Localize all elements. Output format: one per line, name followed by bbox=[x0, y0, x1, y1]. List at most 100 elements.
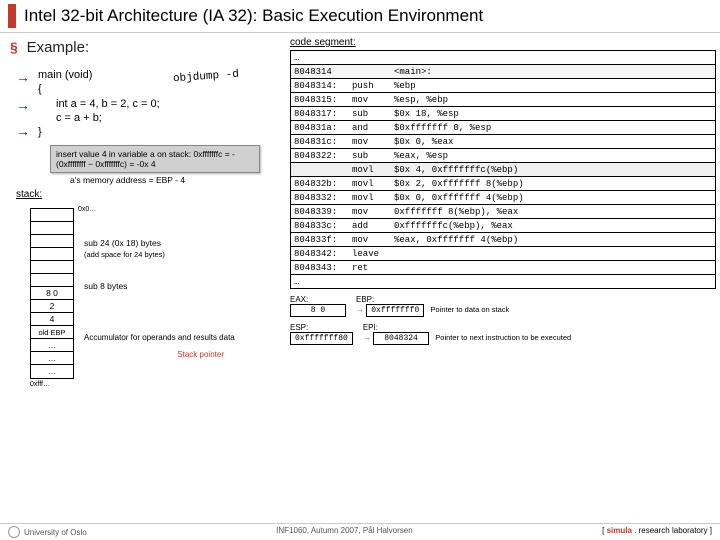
eax-group: EAX: 8 0 bbox=[290, 295, 346, 317]
disasm-row: movl$0x 4, 0xfffffffc(%ebp) bbox=[291, 163, 715, 177]
eax-label: EAX: bbox=[290, 295, 346, 304]
left-column: § Example: → main (void) { → int a = 4, … bbox=[0, 33, 290, 388]
disasm-args bbox=[391, 275, 715, 288]
stack-cell-oldebp: old EBP bbox=[31, 326, 73, 339]
disasm-addr: 804831c: bbox=[291, 135, 349, 148]
disasm-addr: 8048339: bbox=[291, 205, 349, 218]
stack-cell: 2 bbox=[31, 300, 73, 313]
disasm-op: movl bbox=[349, 191, 391, 204]
disasm-op: mov bbox=[349, 135, 391, 148]
disasm-op: mov bbox=[349, 205, 391, 218]
disasm-addr: … bbox=[291, 275, 349, 288]
disasm-addr: 8048322: bbox=[291, 149, 349, 162]
stack-cell bbox=[31, 248, 73, 261]
disasm-args: %ebp bbox=[391, 79, 715, 92]
disasm-row: 8048339:mov0xfffffff 8(%ebp), %eax bbox=[291, 205, 715, 219]
disasm-args bbox=[391, 51, 715, 64]
disasm-args: $0x 0, 0xfffffff 4(%ebp) bbox=[391, 191, 715, 204]
code-line-3: int a = 4, b = 2, c = 0; bbox=[56, 97, 286, 111]
disasm-op: sub bbox=[349, 149, 391, 162]
esp-label: ESP: bbox=[290, 323, 353, 332]
disasm-row: 8048343:ret bbox=[291, 261, 715, 275]
disasm-row: 804831c:mov$0x 0, %eax bbox=[291, 135, 715, 149]
disasm-op: ret bbox=[349, 261, 391, 274]
addspace-note: (add space for 24 bytes) bbox=[84, 250, 235, 259]
stack-column: 8 0 2 4 old EBP … … … bbox=[30, 208, 74, 379]
disasm-args: 0xfffffff 8(%ebp), %eax bbox=[391, 205, 715, 218]
disasm-addr: 804832b: bbox=[291, 177, 349, 190]
disasm-row: 8048315:mov%esp, %ebp bbox=[291, 93, 715, 107]
stack-pointer-label: Stack pointer bbox=[84, 350, 224, 359]
stack-diagram: 0x0… 8 0 2 4 old EBP … … … sub 24 (0x 18… bbox=[30, 208, 286, 388]
disasm-args: $0x 2, 0xfffffff 8(%ebp) bbox=[391, 177, 715, 190]
disasm-op: sub bbox=[349, 107, 391, 120]
c-code-snippet: → main (void) { → int a = 4, b = 2, c = … bbox=[38, 68, 286, 139]
stack-cell: … bbox=[31, 352, 73, 365]
arrow-icon: → bbox=[16, 96, 30, 114]
arrow-icon: → bbox=[356, 305, 364, 314]
sub24-note: sub 24 (0x 18) bytes bbox=[84, 238, 235, 248]
disassembly-table: …8048314<main>:8048314:push%ebp8048315:m… bbox=[290, 50, 716, 289]
disasm-args: <main>: bbox=[391, 65, 715, 78]
disasm-addr: 8048314: bbox=[291, 79, 349, 92]
disasm-addr: … bbox=[291, 51, 349, 64]
disasm-op: add bbox=[349, 219, 391, 232]
disasm-row: 8048342:leave bbox=[291, 247, 715, 261]
disasm-args: $0x 18, %esp bbox=[391, 107, 715, 120]
red-accent-block bbox=[8, 4, 16, 28]
disasm-op bbox=[349, 275, 391, 288]
stack-cell: 8 0 bbox=[31, 287, 73, 300]
stack-cell bbox=[31, 274, 73, 287]
epi-group: EPI: → 8048324 Pointer to next instructi… bbox=[363, 323, 571, 345]
disasm-addr: 804833f: bbox=[291, 233, 349, 246]
disasm-row: 804833c:add0xfffffffc(%ebp), %eax bbox=[291, 219, 715, 233]
disasm-row: 804833f:mov%eax, 0xfffffff 4(%ebp) bbox=[291, 233, 715, 247]
bullet-icon: § bbox=[10, 39, 18, 55]
disasm-args: 0xfffffffc(%ebp), %eax bbox=[391, 219, 715, 232]
disasm-addr: 8048317: bbox=[291, 107, 349, 120]
stack-label: stack: bbox=[16, 189, 286, 200]
hex-top-label: 0x0… bbox=[78, 206, 96, 213]
disasm-addr: 804831a: bbox=[291, 121, 349, 134]
example-label: Example: bbox=[27, 39, 90, 56]
mem-addr-note: a's memory address = EBP - 4 bbox=[70, 175, 286, 185]
ebp-value: 0xfffffff0 bbox=[366, 304, 424, 317]
ebp-group: EBP: → 0xfffffff0 Pointer to data on sta… bbox=[356, 295, 509, 317]
disasm-args bbox=[391, 247, 715, 260]
stack-cell bbox=[31, 261, 73, 274]
disasm-addr: 8048314 bbox=[291, 65, 349, 78]
disasm-addr: 804833c: bbox=[291, 219, 349, 232]
disasm-op: push bbox=[349, 79, 391, 92]
arrow-icon: → bbox=[16, 122, 30, 140]
disasm-args: %esp, %ebp bbox=[391, 93, 715, 106]
disasm-row: 8048332:movl$0x 0, 0xfffffff 4(%ebp) bbox=[291, 191, 715, 205]
disasm-row: 8048322:sub%eax, %esp bbox=[291, 149, 715, 163]
disasm-args: $0x 0, %eax bbox=[391, 135, 715, 148]
disasm-row: 804832b:movl$0x 2, 0xfffffff 8(%ebp) bbox=[291, 177, 715, 191]
disasm-row: … bbox=[291, 51, 715, 65]
code-segment-label: code segment: bbox=[290, 37, 716, 48]
disasm-addr: 8048343: bbox=[291, 261, 349, 274]
right-column: code segment: …8048314<main>:8048314:pus… bbox=[290, 33, 720, 388]
stack-cell: 4 bbox=[31, 313, 73, 326]
arrow-icon: → bbox=[16, 68, 30, 86]
disasm-op: leave bbox=[349, 247, 391, 260]
code-line-5: } bbox=[38, 125, 286, 139]
registers-row: EAX: 8 0 EBP: → 0xfffffff0 Pointer to da… bbox=[290, 295, 716, 317]
accumulator-desc: Accumulator for operands and results dat… bbox=[84, 333, 235, 342]
disasm-row: 8048314:push%ebp bbox=[291, 79, 715, 93]
disasm-args: $0xfffffff 0, %esp bbox=[391, 121, 715, 134]
disasm-op: movl bbox=[349, 163, 391, 176]
stack-cell bbox=[31, 209, 73, 222]
epi-label: EPI: bbox=[363, 323, 571, 332]
university-name: University of Oslo bbox=[24, 528, 87, 537]
disasm-args: $0x 4, 0xfffffffc(%ebp) bbox=[391, 163, 715, 176]
esp-value: 0xfffffff80 bbox=[290, 332, 353, 345]
eax-value: 8 0 bbox=[290, 304, 346, 317]
disasm-row: 8048317:sub$0x 18, %esp bbox=[291, 107, 715, 121]
disasm-op: movl bbox=[349, 177, 391, 190]
insert-note-box: insert value 4 in variable a on stack: 0… bbox=[50, 145, 260, 173]
disasm-op: mov bbox=[349, 93, 391, 106]
simula-lab: [ simula . research laboratory ] bbox=[602, 526, 712, 538]
arrow-icon: → bbox=[363, 333, 371, 342]
